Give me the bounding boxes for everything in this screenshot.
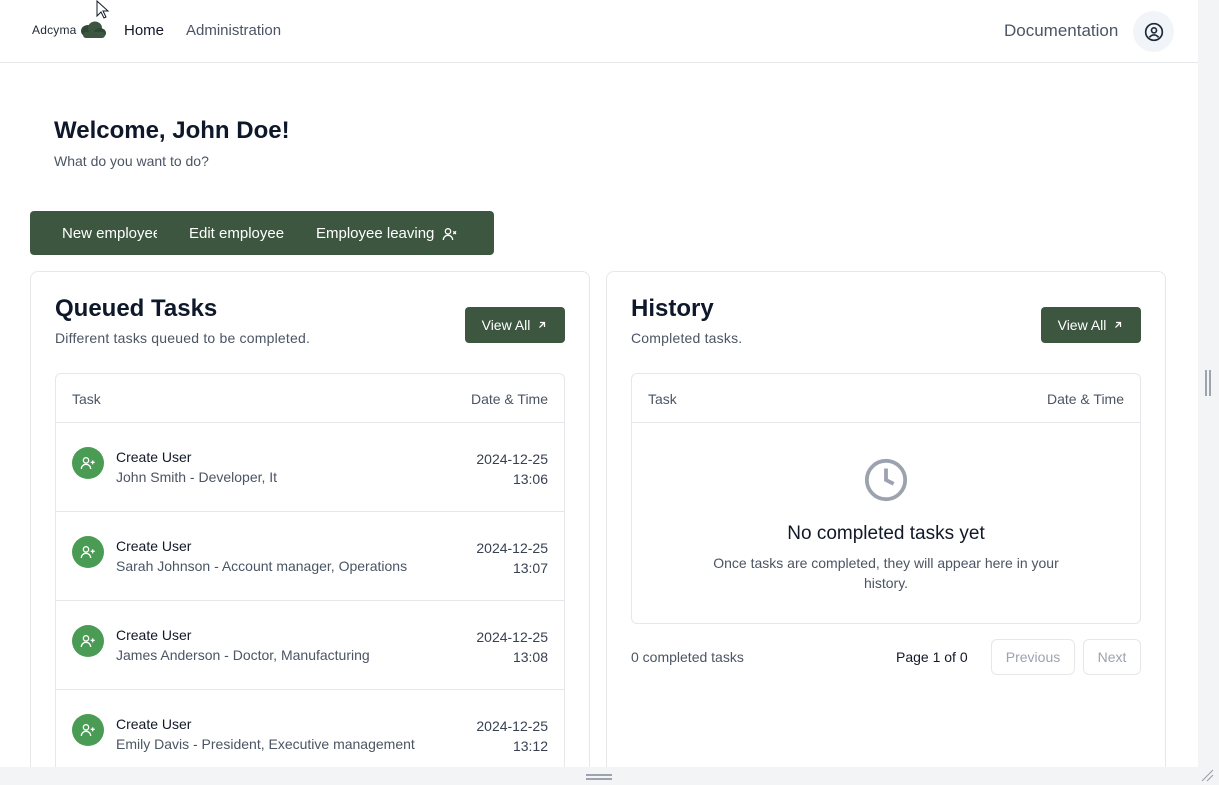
- queued-tasks-card: Queued Tasks Different tasks queued to b…: [30, 271, 590, 783]
- table-row[interactable]: Create User Sarah Johnson - Account mana…: [56, 512, 564, 601]
- task-title: Create User: [116, 538, 192, 554]
- task-description: John Smith - Developer, It: [116, 469, 278, 485]
- task-date: 2024-12-25: [476, 629, 548, 645]
- task-time: 13:08: [512, 649, 548, 665]
- mouse-cursor-icon: [96, 0, 110, 19]
- task-title: Create User: [116, 716, 192, 732]
- arrow-up-right-icon: [1115, 321, 1122, 328]
- page-indicator: Page 1 of 0: [896, 649, 968, 665]
- resize-corner-icon[interactable]: [1200, 768, 1214, 782]
- task-time: 13:07: [512, 560, 548, 576]
- view-all-label: View All: [481, 317, 531, 333]
- history-view-all-button[interactable]: View All: [1041, 307, 1141, 343]
- employee-leaving-label: Employee leaving: [316, 225, 435, 242]
- task-description: James Anderson - Doctor, Manufacturing: [116, 647, 370, 663]
- table-row[interactable]: Create User Emily Davis - President, Exe…: [56, 690, 564, 779]
- nav-documentation-link[interactable]: Documentation: [1004, 21, 1118, 41]
- nav-home-link[interactable]: Home: [124, 22, 164, 39]
- welcome-title: Welcome, John Doe!: [54, 117, 290, 144]
- user-plus-icon: [72, 447, 104, 479]
- queued-view-all-button[interactable]: View All: [465, 307, 565, 343]
- empty-state-title: No completed tasks yet: [787, 523, 985, 544]
- view-all-label: View All: [1057, 317, 1107, 333]
- column-header-date: Date & Time: [470, 391, 548, 407]
- table-header: Task Date & Time: [632, 374, 1140, 423]
- table-row[interactable]: Create User John Smith - Developer, It 2…: [56, 423, 564, 512]
- column-header-task: Task: [648, 391, 677, 407]
- table-header: Task Date & Time: [56, 374, 564, 423]
- task-time: 13:06: [512, 471, 548, 487]
- logo[interactable]: Adcyma: [32, 20, 107, 40]
- empty-state-text: Once tasks are completed, they will appe…: [713, 555, 1059, 591]
- previous-page-button[interactable]: Previous: [991, 639, 1075, 675]
- column-header-task: Task: [72, 391, 101, 407]
- history-title: History: [631, 295, 714, 322]
- action-tab-bar: New employee Edit employee Employee leav…: [30, 211, 494, 255]
- task-datetime: 2024-12-25 13:07: [476, 538, 548, 578]
- next-page-button[interactable]: Next: [1083, 639, 1141, 675]
- horizontal-resize-handle[interactable]: [586, 774, 612, 780]
- task-date: 2024-12-25: [476, 540, 548, 556]
- completed-count: 0 completed tasks: [631, 649, 744, 665]
- task-datetime: 2024-12-25 13:06: [476, 449, 548, 489]
- user-circle-icon: [1144, 22, 1163, 41]
- clock-icon: [864, 458, 908, 502]
- nav-administration-link[interactable]: Administration: [186, 22, 281, 39]
- task-date: 2024-12-25: [476, 451, 548, 467]
- history-table: Task Date & Time No completed tasks yet …: [631, 373, 1141, 624]
- cloud-logo-icon: [80, 21, 106, 38]
- task-description: Emily Davis - President, Executive manag…: [116, 736, 415, 752]
- vertical-resize-handle[interactable]: [1205, 370, 1211, 396]
- edit-employee-tab[interactable]: Edit employee: [189, 225, 284, 242]
- user-minus-icon: [443, 227, 457, 240]
- column-header-date: Date & Time: [1046, 391, 1124, 407]
- user-menu-button[interactable]: [1133, 11, 1174, 52]
- employee-leaving-tab[interactable]: Employee leaving: [316, 225, 458, 242]
- user-plus-icon: [72, 536, 104, 568]
- welcome-subtitle: What do you want to do?: [54, 153, 209, 169]
- arrow-up-right-icon: [539, 321, 546, 328]
- task-datetime: 2024-12-25 13:08: [476, 627, 548, 667]
- queued-tasks-title: Queued Tasks: [55, 295, 218, 322]
- task-description: Sarah Johnson - Account manager, Operati…: [116, 558, 408, 574]
- top-nav: Adcyma Home Administration Documentation: [0, 0, 1198, 63]
- table-row[interactable]: Create User James Anderson - Doctor, Man…: [56, 601, 564, 690]
- user-plus-icon: [72, 625, 104, 657]
- task-time: 13:12: [512, 738, 548, 754]
- queued-tasks-subtitle: Different tasks queued to be completed.: [55, 330, 311, 346]
- logo-text: Adcyma: [32, 23, 77, 37]
- empty-state: No completed tasks yet Once tasks are co…: [632, 423, 1140, 623]
- new-employee-tab[interactable]: New employee: [62, 225, 157, 242]
- history-card: History Completed tasks. View All Task D…: [606, 271, 1166, 781]
- user-plus-icon: [72, 714, 104, 746]
- task-title: Create User: [116, 449, 192, 465]
- task-date: 2024-12-25: [476, 718, 548, 734]
- task-datetime: 2024-12-25 13:12: [476, 716, 548, 756]
- queued-tasks-table: Task Date & Time Create User John Smith …: [55, 373, 565, 783]
- history-subtitle: Completed tasks.: [631, 330, 743, 346]
- task-title: Create User: [116, 627, 192, 643]
